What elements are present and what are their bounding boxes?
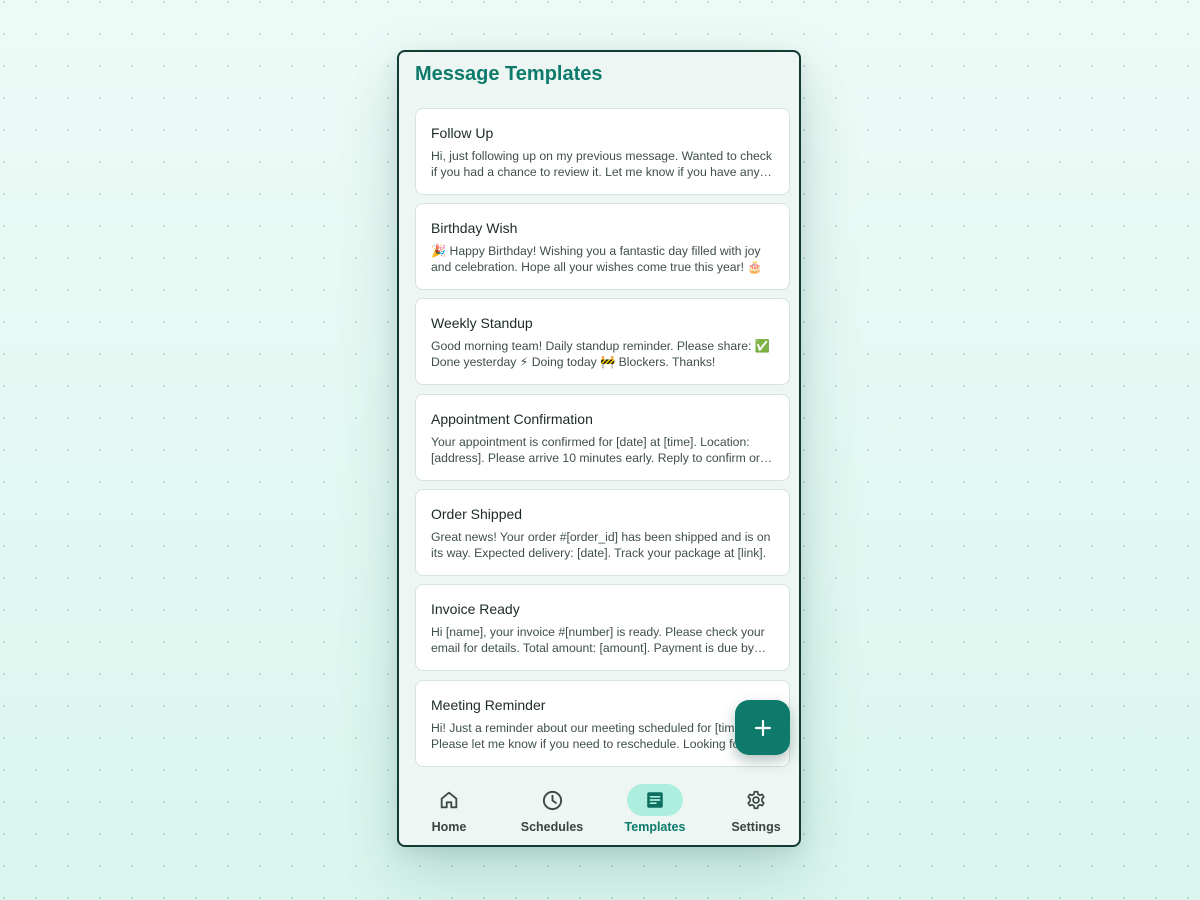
template-card[interactable]: Meeting Reminder Hi! Just a reminder abo… [415, 680, 790, 767]
bottom-navigation: Home Schedules Templates Settings [399, 774, 799, 845]
nav-item-templates[interactable]: Templates [605, 774, 705, 845]
template-title: Appointment Confirmation [431, 411, 593, 427]
template-title: Invoice Ready [431, 601, 520, 617]
app-window: Message Templates Follow Up Hi, just fol… [397, 50, 801, 847]
template-preview: Good morning team! Daily standup reminde… [431, 339, 770, 369]
plus-icon [754, 719, 772, 737]
nav-label: Templates [624, 820, 686, 834]
template-card[interactable]: Follow Up Hi, just following up on my pr… [415, 108, 790, 195]
template-title: Order Shipped [431, 506, 523, 522]
template-title: Weekly Standup [431, 315, 533, 331]
template-title: Meeting Reminder [431, 697, 546, 713]
page-title: Message Templates [415, 63, 603, 85]
nav-item-home[interactable]: Home [399, 774, 499, 845]
document-icon [644, 789, 666, 811]
nav-item-settings[interactable]: Settings [706, 774, 799, 845]
template-card[interactable]: Weekly Standup Good morning team! Daily … [415, 298, 790, 385]
template-card[interactable]: Appointment Confirmation Your appointmen… [415, 394, 790, 481]
template-card[interactable]: Invoice Ready Hi [name], your invoice #[… [415, 584, 790, 671]
clock-icon [541, 789, 564, 812]
template-preview: Hi [name], your invoice #[number] is rea… [431, 625, 765, 655]
template-preview: Hi! Just a reminder about our meeting sc… [431, 721, 770, 751]
template-title: Birthday Wish [431, 220, 518, 236]
nav-item-schedules[interactable]: Schedules [502, 774, 602, 845]
template-list[interactable]: Follow Up Hi, just following up on my pr… [415, 108, 790, 768]
template-preview: 🎉 Happy Birthday! Wishing you a fantasti… [431, 244, 763, 274]
add-template-button[interactable] [735, 700, 790, 755]
template-card[interactable]: Order Shipped Great news! Your order #[o… [415, 489, 790, 576]
template-preview: Your appointment is confirmed for [date]… [431, 435, 760, 465]
nav-label: Settings [731, 820, 781, 834]
gear-icon [745, 789, 767, 811]
template-preview: Great news! Your order #[order_id] has b… [431, 530, 771, 560]
template-title: Follow Up [431, 125, 494, 141]
nav-label: Home [431, 820, 467, 834]
template-card[interactable]: Birthday Wish 🎉 Happy Birthday! Wishing … [415, 203, 790, 290]
nav-label: Schedules [520, 820, 584, 834]
template-preview: Hi, just following up on my previous mes… [431, 149, 772, 179]
home-icon [438, 789, 460, 811]
